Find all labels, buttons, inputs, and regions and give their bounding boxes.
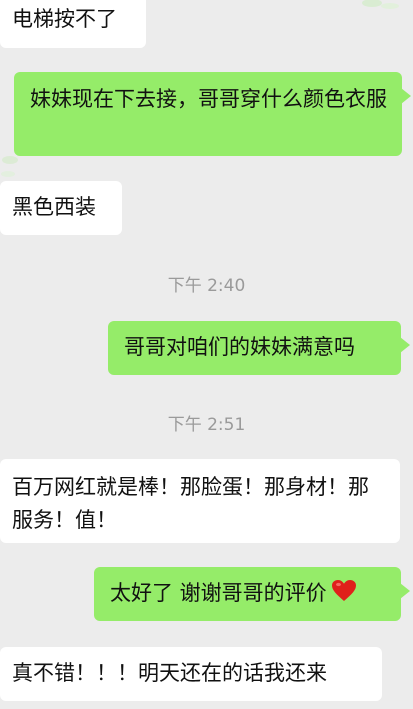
wallpaper-leaf-decoration xyxy=(362,0,399,9)
incoming-message-bubble[interactable]: 百万网红就是棒！那脸蛋！那身材！那服务！值！ xyxy=(0,459,400,543)
message-text: 百万网红就是棒！那脸蛋！那身材！那服务！值！ xyxy=(12,475,369,532)
incoming-message-bubble[interactable]: 电梯按不了 xyxy=(0,0,146,48)
outgoing-message-bubble[interactable]: 妹妹现在下去接，哥哥穿什么颜色衣服 xyxy=(14,72,411,156)
chat-timestamp: 下午 2:40 xyxy=(167,276,246,296)
chat-timestamp: 下午 2:51 xyxy=(167,415,246,435)
message-text: 太好了 谢谢哥哥的评价 xyxy=(110,581,327,605)
message-text: 黑色西装 xyxy=(12,195,96,219)
message-text: 电梯按不了 xyxy=(12,7,117,31)
outgoing-message-bubble[interactable]: 太好了 谢谢哥哥的评价 xyxy=(94,567,410,621)
red-heart-emoji-icon xyxy=(331,579,357,613)
message-text: 妹妹现在下去接，哥哥穿什么颜色衣服 xyxy=(30,87,387,111)
incoming-message-bubble[interactable]: 真不错！！！明天还在的话我还来 xyxy=(0,647,382,701)
incoming-message-bubble[interactable]: 黑色西装 xyxy=(0,181,122,235)
message-text: 哥哥对咱们的妹妹满意吗 xyxy=(124,335,355,359)
outgoing-message-bubble[interactable]: 哥哥对咱们的妹妹满意吗 xyxy=(108,321,410,375)
message-text: 真不错！！！明天还在的话我还来 xyxy=(12,661,327,685)
